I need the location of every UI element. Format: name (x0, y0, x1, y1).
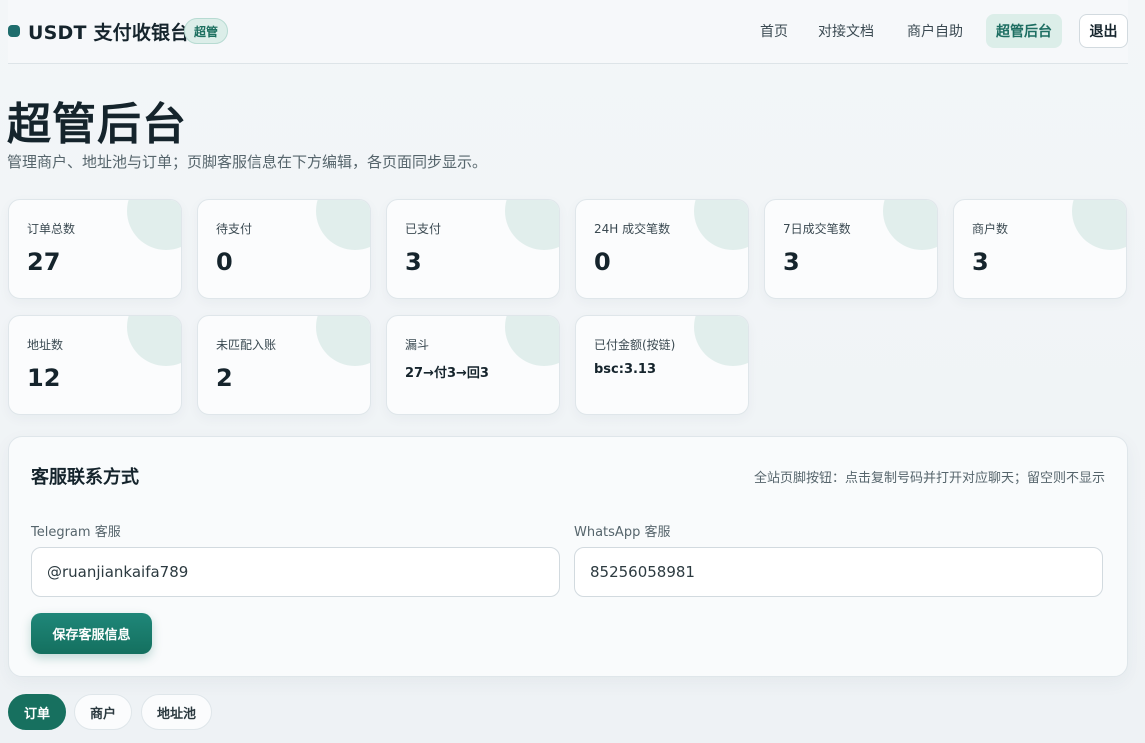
stat-card-funnel: 漏斗 27→付3→回3 (386, 315, 560, 415)
whatsapp-input[interactable] (574, 547, 1103, 597)
support-contact-panel: 客服联系方式 全站页脚按钮：点击复制号码并打开对应聊天；留空则不显示 Teleg… (8, 436, 1128, 677)
tab-orders[interactable]: 订单 (8, 694, 67, 730)
stat-label: 7日成交笔数 (783, 222, 851, 236)
stat-label: 待支付 (216, 222, 253, 236)
support-panel-title: 客服联系方式 (31, 467, 139, 488)
telegram-input[interactable] (31, 547, 560, 597)
stat-value: 27→付3→回3 (405, 366, 489, 381)
stat-value: bsc:3.13 (594, 362, 657, 377)
brand-logo-icon (8, 25, 20, 37)
stat-card-addresses: 地址数 12 (8, 315, 182, 415)
card-decoration (316, 200, 370, 250)
card-decoration (1072, 200, 1126, 250)
logout-button[interactable]: 退出 (1079, 14, 1128, 48)
stat-card-merchants: 商户数 3 (953, 199, 1127, 299)
stat-label: 24H 成交笔数 (594, 222, 671, 236)
stat-label: 订单总数 (27, 222, 76, 236)
telegram-label: Telegram 客服 (31, 525, 121, 540)
nav-home[interactable]: 首页 (750, 14, 798, 48)
stat-value: 0 (594, 248, 611, 276)
card-decoration (127, 200, 181, 250)
page-title: 超管后台 (7, 99, 187, 150)
stat-label: 未匹配入账 (216, 338, 277, 352)
stat-card-pending: 待支付 0 (197, 199, 371, 299)
role-badge: 超管 (184, 18, 228, 44)
card-decoration (127, 316, 181, 366)
whatsapp-label: WhatsApp 客服 (574, 525, 671, 540)
stat-card-24h-deals: 24H 成交笔数 0 (575, 199, 749, 299)
stat-label: 漏斗 (405, 338, 430, 352)
stat-card-paid: 已支付 3 (386, 199, 560, 299)
stat-card-paid-amount-by-chain: 已付金额(按链) bsc:3.13 (575, 315, 749, 415)
card-decoration (883, 200, 937, 250)
stat-label: 已支付 (405, 222, 442, 236)
stat-card-7d-deals: 7日成交笔数 3 (764, 199, 938, 299)
stat-value: 12 (27, 364, 61, 392)
page-subtitle: 管理商户、地址池与订单；页脚客服信息在下方编辑，各页面同步显示。 (7, 153, 488, 171)
support-panel-note: 全站页脚按钮：点击复制号码并打开对应聊天；留空则不显示 (753, 471, 1105, 486)
top-navbar: USDT 支付收银台 超管 首页 对接文档 商户自助 超管后台 退出 (8, 0, 1128, 64)
save-support-button[interactable]: 保存客服信息 (31, 613, 152, 654)
tab-merchants[interactable]: 商户 (74, 694, 133, 730)
card-decoration (316, 316, 370, 366)
stat-card-unmatched: 未匹配入账 2 (197, 315, 371, 415)
stat-value: 27 (27, 248, 61, 276)
stat-label: 已付金额(按链) (594, 338, 676, 352)
stat-value: 3 (972, 248, 989, 276)
stat-value: 0 (216, 248, 233, 276)
brand-title: USDT 支付收银台 (28, 22, 190, 44)
stat-label: 地址数 (27, 338, 64, 352)
stat-card-total-orders: 订单总数 27 (8, 199, 182, 299)
card-decoration (694, 316, 748, 366)
nav-merchant-self-service[interactable]: 商户自助 (897, 14, 973, 48)
stat-value: 2 (216, 364, 233, 392)
card-decoration (505, 200, 559, 250)
nav-docs[interactable]: 对接文档 (808, 14, 884, 48)
stat-label: 商户数 (972, 222, 1009, 236)
tab-address-pool[interactable]: 地址池 (141, 694, 213, 730)
card-decoration (505, 316, 559, 366)
stat-value: 3 (783, 248, 800, 276)
stat-value: 3 (405, 248, 422, 276)
nav-admin[interactable]: 超管后台 (986, 14, 1062, 48)
card-decoration (694, 200, 748, 250)
